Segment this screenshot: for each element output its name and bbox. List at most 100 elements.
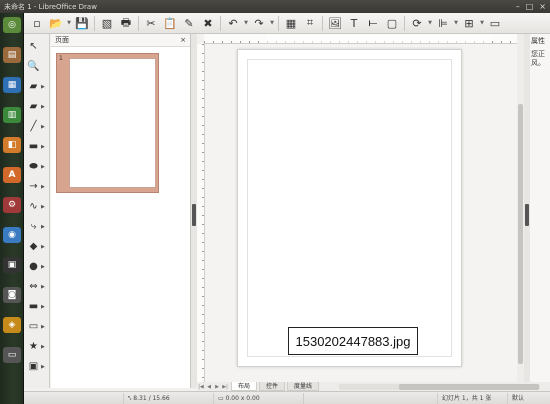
dropdown-arrow-icon[interactable]: ▼ [269, 20, 275, 26]
clone-icon[interactable]: ✎ [180, 14, 198, 32]
arrange-icon[interactable]: ⊞ [460, 14, 478, 32]
layer-tab[interactable]: 度量线 [287, 382, 320, 391]
files-icon[interactable]: ▤ [3, 47, 21, 63]
tool-dropdown-icon[interactable]: ▶ [41, 304, 45, 310]
tool-dropdown-icon[interactable]: ▶ [41, 204, 45, 210]
export-pdf-icon[interactable]: ▧ [98, 14, 116, 32]
undo-icon[interactable]: ↶ [224, 14, 242, 32]
grid-icon[interactable]: ▦ [282, 14, 300, 32]
dropdown-arrow-icon[interactable]: ▼ [66, 20, 72, 26]
stars-icon[interactable]: ★ ▶ [26, 338, 48, 355]
tool-dropdown-icon[interactable]: ▶ [41, 264, 45, 270]
print-icon[interactable]: 🖶 [117, 14, 135, 32]
camera-icon[interactable]: ◙ [3, 287, 21, 303]
redo-icon[interactable]: ↷ [250, 14, 268, 32]
splitter-grip-icon[interactable] [525, 204, 529, 226]
cut-icon[interactable]: ✂ [142, 14, 160, 32]
clear-icon[interactable]: ✖ [199, 14, 217, 32]
layer-tab[interactable]: 布局 [231, 382, 258, 391]
horizontal-ruler[interactable] [204, 34, 517, 44]
horizontal-scrollbar-thumb[interactable] [399, 383, 540, 390]
horizontal-scrollbar[interactable] [339, 383, 540, 390]
new-icon[interactable]: ▫ [28, 14, 46, 32]
dropdown-arrow-icon[interactable]: ▼ [427, 20, 433, 26]
software-center-icon[interactable]: A [3, 167, 21, 183]
open-icon[interactable]: 📂 [47, 14, 65, 32]
3d-objects-icon[interactable]: ▣ ▶ [26, 358, 48, 375]
tool-dropdown-icon[interactable]: ▶ [41, 244, 45, 250]
ellipse-icon[interactable]: ⬬ ▶ [26, 158, 48, 175]
dropdown-arrow-icon[interactable]: ▼ [453, 20, 459, 26]
fontwork-icon[interactable]: ⟝ [364, 14, 382, 32]
line-color-icon[interactable]: ▰ ▶ [26, 78, 48, 95]
block-arrows-icon[interactable]: ⇔ ▶ [26, 278, 48, 295]
flowchart-icon[interactable]: ▬ ▶ [26, 298, 48, 315]
curve-icon[interactable]: ∿ ▶ [26, 198, 48, 215]
vertical-scrollbar[interactable] [517, 34, 524, 383]
terminal-icon[interactable]: ▣ [3, 257, 21, 273]
tool-dropdown-icon[interactable]: ▶ [41, 124, 45, 130]
pages-pane-title: 页面 [55, 36, 69, 44]
paste-icon[interactable]: 📋 [161, 14, 179, 32]
image-icon[interactable]: 🖼 [326, 14, 344, 32]
page-thumbnail[interactable]: 1 [56, 53, 159, 193]
select-icon[interactable]: ↖ [26, 38, 48, 55]
dropdown-arrow-icon[interactable]: ▼ [243, 20, 249, 26]
drawing-page[interactable]: 1530202447883.jpg [237, 49, 462, 367]
pages-pane-close-icon[interactable]: × [180, 36, 186, 44]
fill-color-icon[interactable]: ▰ ▶ [26, 98, 48, 115]
maximize-icon[interactable]: □ [526, 2, 534, 11]
callouts-icon[interactable]: ▭ ▶ [26, 318, 48, 335]
trash-icon[interactable]: ▭ [3, 347, 21, 363]
save-icon[interactable]: 💾 [73, 14, 91, 32]
symbol-shapes-icon[interactable]: ● ▶ [26, 258, 48, 275]
tool-dropdown-icon[interactable]: ▶ [41, 104, 45, 110]
tool-dropdown-icon[interactable]: ▶ [41, 344, 45, 350]
cursor-position: ⤣ 8.31 / 15.66 [124, 392, 214, 404]
next-tab-icon[interactable]: ▶ [213, 384, 221, 390]
rotate-icon[interactable]: ⟳ [408, 14, 426, 32]
textbox-icon[interactable]: ▢ [383, 14, 401, 32]
dash-icon[interactable]: ◎ [3, 17, 21, 33]
tool-dropdown-icon[interactable]: ▶ [41, 144, 45, 150]
splitter-grip-icon[interactable] [192, 204, 196, 226]
tool-dropdown-icon[interactable]: ▶ [41, 84, 45, 90]
tool-dropdown-icon[interactable]: ▶ [41, 324, 45, 330]
last-tab-icon[interactable]: ▶| [221, 384, 229, 390]
zoom-icon[interactable]: 🔍 [26, 58, 48, 75]
rectangle-icon[interactable]: ▬ ▶ [26, 138, 48, 155]
image-filename-textbox[interactable]: 1530202447883.jpg [288, 327, 418, 355]
tool-dropdown-icon[interactable]: ▶ [41, 224, 45, 230]
text-icon[interactable]: T [345, 14, 363, 32]
settings-icon[interactable]: ⚙ [3, 197, 21, 213]
calc-icon[interactable]: ▥ [3, 107, 21, 123]
layer-tab[interactable]: 控件 [259, 382, 286, 391]
impress-icon[interactable]: ◧ [3, 137, 21, 153]
arrow-line-icon[interactable]: → ▶ [26, 178, 48, 195]
prev-tab-icon[interactable]: ◀ [205, 384, 213, 390]
connector-icon[interactable]: ⤷ ▶ [26, 218, 48, 235]
browser-icon[interactable]: ◉ [3, 227, 21, 243]
sidebar-icon[interactable]: ▭ [486, 14, 504, 32]
window-title: 未命名 1 - LibreOffice Draw [4, 2, 97, 11]
helplines-icon[interactable]: ⌗ [301, 14, 319, 32]
draw-icon[interactable]: ◈ [3, 317, 21, 333]
writer-icon[interactable]: ▦ [3, 77, 21, 93]
align-icon[interactable]: ⊫ [434, 14, 452, 32]
line-icon[interactable]: ╱ ▶ [26, 118, 48, 135]
first-tab-icon[interactable]: |◀ [197, 384, 205, 390]
tool-dropdown-icon[interactable]: ▶ [41, 184, 45, 190]
tool-dropdown-icon[interactable]: ▶ [41, 284, 45, 290]
vertical-scrollbar-thumb[interactable] [518, 104, 523, 364]
vertical-ruler[interactable] [197, 44, 205, 382]
minimize-icon[interactable]: – [516, 2, 520, 11]
basic-shapes-icon[interactable]: ◆ ▶ [26, 238, 48, 255]
tool-dropdown-icon[interactable]: ▶ [41, 364, 45, 370]
standard-toolbar: ▫ 📂 ▼ 💾 ▧ 🖶 ✂ 📋 ✎ ✖ ↶ ▼ ↷ ▼ ▦ ⌗ 🖼 T ⟝ ▢ ⟳ ▼ ⊫ ▼ ⊞ ▼ ▭ [24, 13, 550, 34]
tool-dropdown-icon[interactable]: ▶ [41, 164, 45, 170]
drawing-canvas[interactable]: 1530202447883.jpg [205, 44, 517, 383]
pages-pane-header: 页面 × [51, 34, 190, 47]
page-margin-guide [247, 59, 452, 357]
close-icon[interactable]: × [539, 2, 546, 11]
dropdown-arrow-icon[interactable]: ▼ [479, 20, 485, 26]
